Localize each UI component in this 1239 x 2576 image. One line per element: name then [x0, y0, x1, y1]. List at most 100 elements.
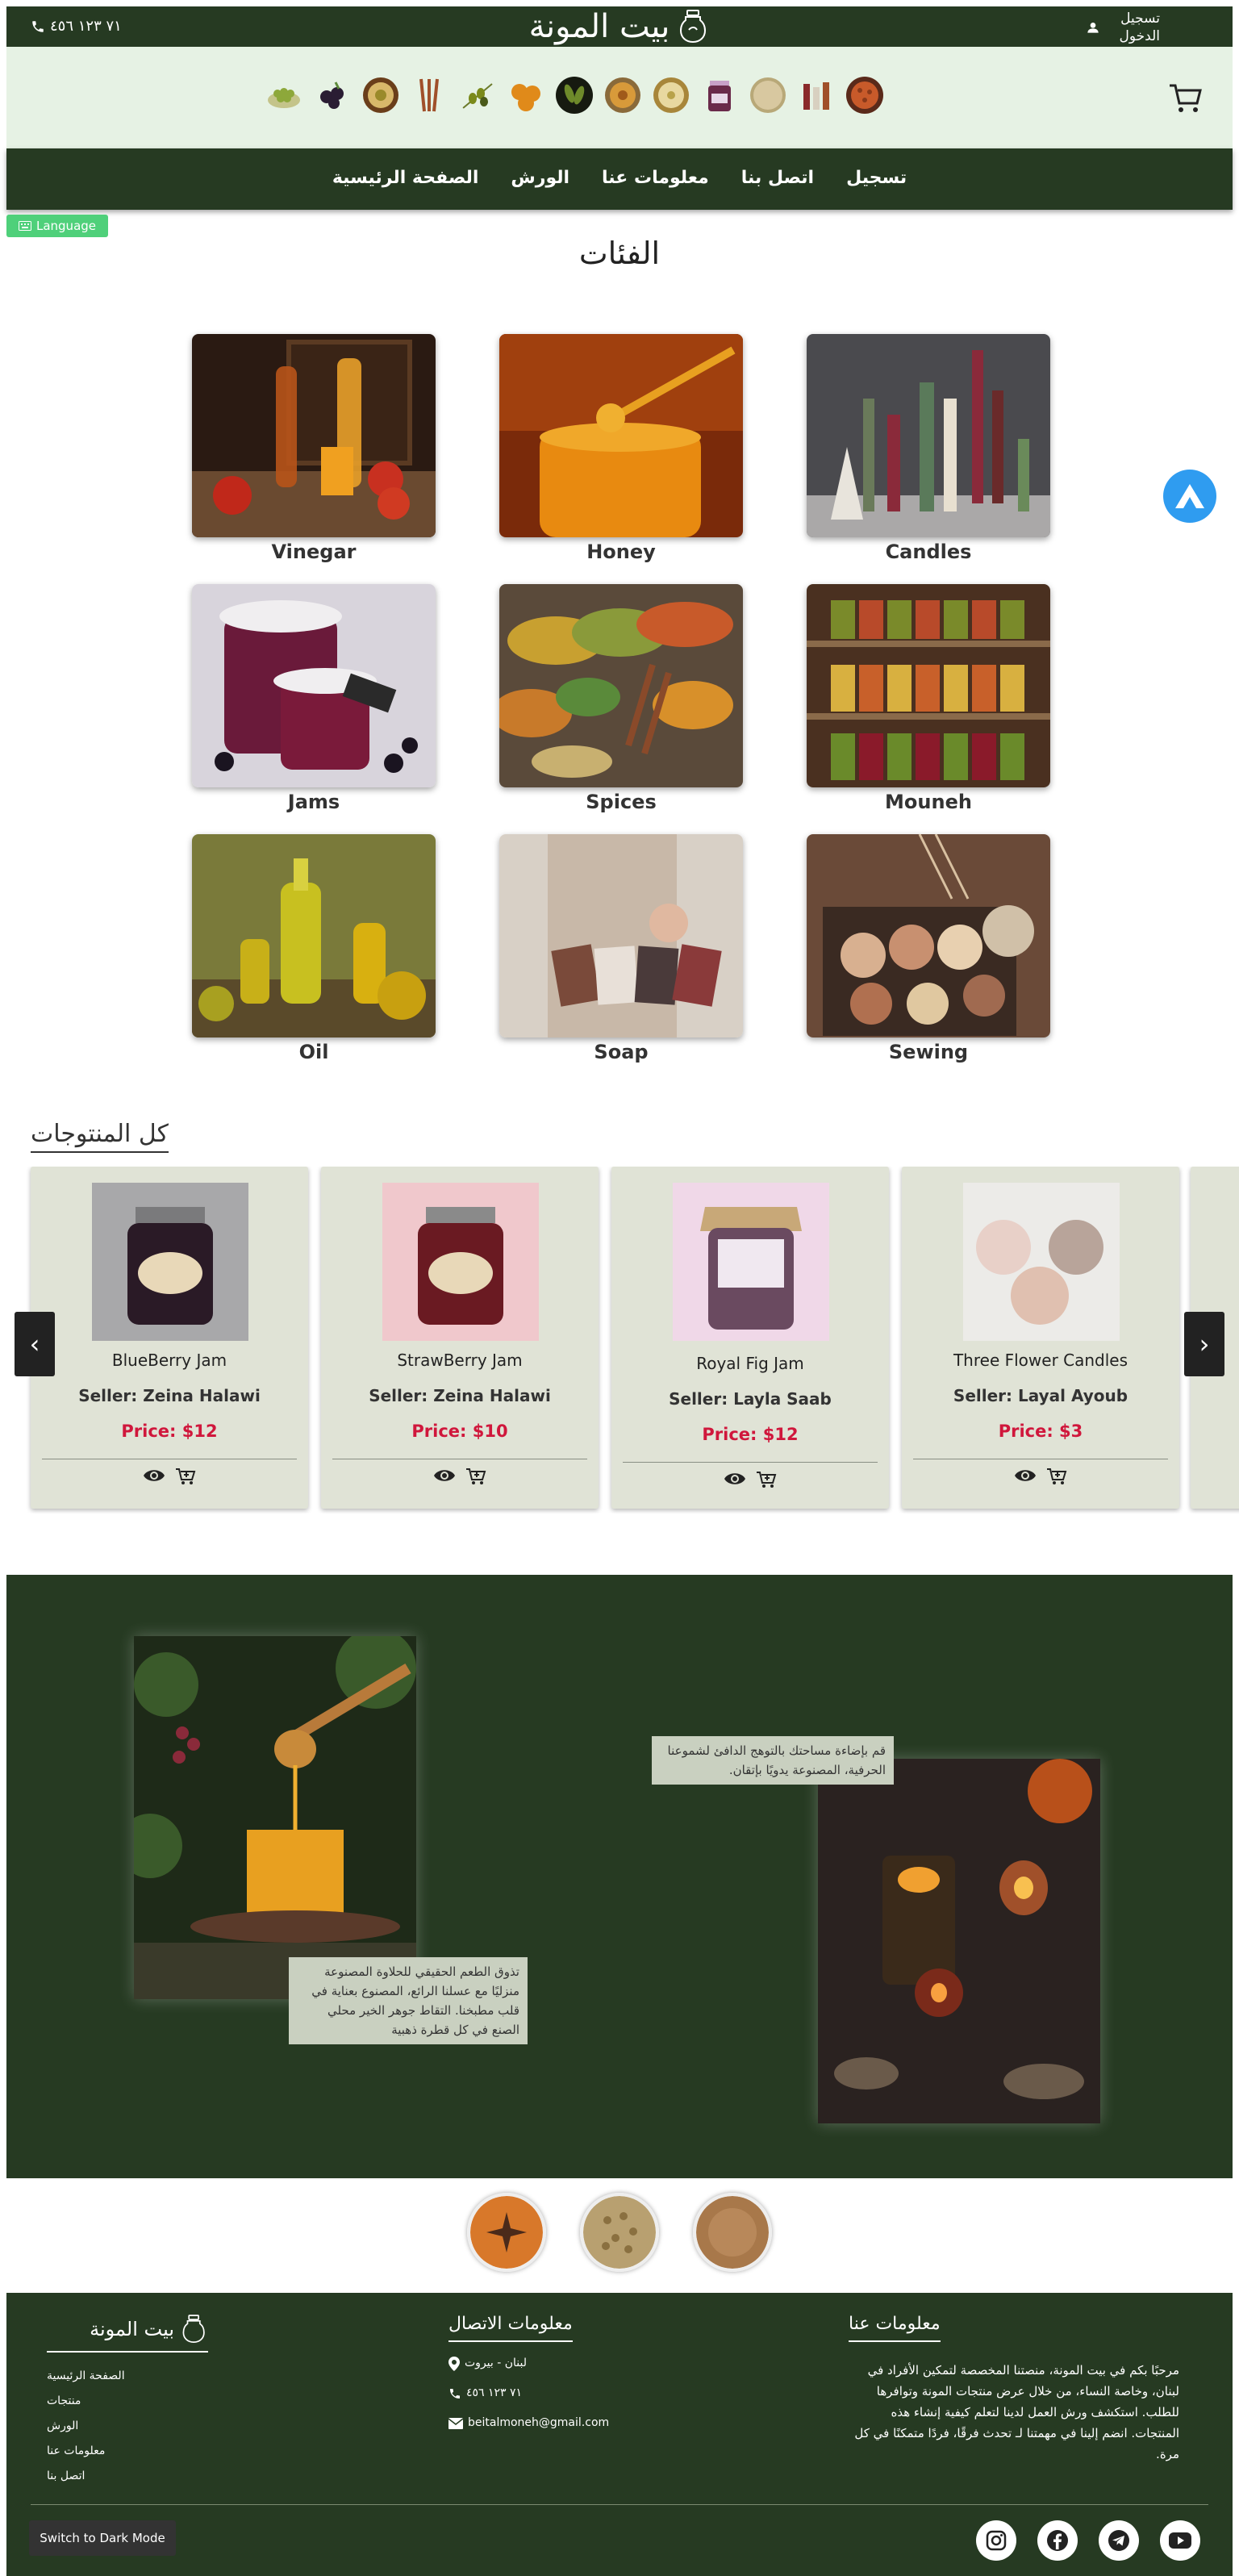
nav-item-home[interactable]: الصفحة الرئيسية: [332, 168, 479, 188]
add-to-cart-icon[interactable]: [175, 1467, 196, 1486]
categories-title: الفئات: [578, 236, 661, 271]
social-youtube[interactable]: [1160, 2520, 1200, 2561]
nav-item-about[interactable]: معلومات عنا: [602, 168, 709, 188]
product-card-strawberry-jam[interactable]: StrawBerry Jam Seller: Zeina Halawi Pric…: [321, 1167, 599, 1509]
category-label-honey: Honey: [586, 541, 656, 563]
nav-item-register[interactable]: تسجيل: [846, 168, 907, 188]
footer-brand-name: بيت المونة: [90, 2318, 174, 2340]
product-card-royal-fig-jam[interactable]: Royal Fig Jam Seller: Layla Saab Price: …: [611, 1167, 889, 1509]
product-price: Price: $12: [702, 1425, 799, 1444]
jam-jar-icon[interactable]: [700, 76, 739, 115]
mouneh-image: [807, 584, 1050, 787]
card-divider: [623, 1462, 878, 1463]
dried-apricots-icon[interactable]: [507, 76, 545, 115]
category-card-mouneh[interactable]: [807, 584, 1050, 787]
pickled-cucumbers-icon[interactable]: [555, 76, 594, 115]
promo-section: تذوق الطعم الحقيقي للحلاوة المصنوعة منزل…: [6, 1575, 1233, 2178]
olives-branch-icon[interactable]: [458, 76, 497, 115]
honeycomb-image: [134, 1636, 416, 1999]
floating-a-badge[interactable]: [1163, 470, 1216, 523]
nav-item-workshops[interactable]: الورش: [511, 168, 569, 188]
footer-link-workshops[interactable]: الورش: [47, 2414, 208, 2439]
category-label-spices: Spices: [586, 791, 657, 813]
main-nav: تسجيل اتصل بنا معلومات عنا الورش الصفحة …: [6, 148, 1233, 210]
brand-name: بيت المونة: [528, 8, 670, 45]
spice-bowl-icon[interactable]: [603, 76, 642, 115]
footer-address: لبنان - بيروت: [448, 2348, 609, 2378]
keyboard-icon: [18, 221, 31, 231]
category-label-sewing: Sewing: [888, 1041, 969, 1063]
footer-phone[interactable]: ٧١ ١٢٣ ٤٥٦: [448, 2378, 609, 2408]
category-label-soap: Soap: [594, 1041, 649, 1063]
candles-icon[interactable]: [797, 76, 836, 115]
category-card-soap[interactable]: [499, 834, 743, 1037]
add-to-cart-icon[interactable]: [756, 1470, 777, 1489]
honey-image: [499, 334, 743, 537]
grapes-green-icon[interactable]: [265, 76, 303, 115]
product-card-three-flower-candles[interactable]: Three Flower Candles Seller: Layal Ayoub…: [902, 1167, 1179, 1509]
add-to-cart-icon[interactable]: [1046, 1467, 1067, 1486]
category-card-vinegar[interactable]: [192, 334, 436, 537]
footer-email[interactable]: beitalmoneh@gmail.com: [448, 2408, 609, 2438]
blueberry-jam-image: [92, 1183, 248, 1341]
login-line-1: تسجيل: [1120, 10, 1160, 27]
site-logo[interactable]: بيت المونة: [6, 8, 1233, 45]
footer-brand[interactable]: بيت المونة: [47, 2314, 208, 2353]
dip-bowl-icon[interactable]: [652, 76, 690, 115]
nav-item-contact[interactable]: اتصل بنا: [741, 168, 814, 188]
product-price: Price: $10: [411, 1422, 508, 1441]
footer-link-home[interactable]: الصفحة الرئيسية: [47, 2364, 208, 2389]
royal-fig-jam-image: [673, 1183, 829, 1341]
spices-image: [499, 584, 743, 787]
product-actions: [31, 1467, 308, 1486]
carousel-prev-button[interactable]: ‹: [15, 1312, 55, 1376]
telegram-icon: [1108, 2530, 1129, 2551]
add-to-cart-icon[interactable]: [465, 1467, 486, 1486]
social-links: [976, 2520, 1200, 2561]
product-card-blueberry-jam[interactable]: BlueBerry Jam Seller: Zeina Halawi Price…: [31, 1167, 308, 1509]
eye-icon[interactable]: [433, 1467, 456, 1484]
dark-mode-button[interactable]: Switch to Dark Mode: [29, 2520, 176, 2556]
category-icons: [265, 76, 884, 115]
login-line-2: الدخول: [1119, 28, 1160, 44]
cinnamon-sticks-icon[interactable]: [410, 76, 448, 115]
category-card-sewing[interactable]: [807, 834, 1050, 1037]
social-facebook[interactable]: [1037, 2520, 1078, 2561]
product-seller: Seller: Zeina Halawi: [78, 1386, 261, 1405]
cheese-round-icon[interactable]: [749, 76, 787, 115]
category-label-mouneh: Mouneh: [885, 791, 972, 813]
social-telegram[interactable]: [1099, 2520, 1139, 2561]
footer-links-column: بيت المونة الصفحة الرئيسية منتجات الورش …: [47, 2314, 208, 2489]
cart-icon[interactable]: [1168, 82, 1204, 115]
hummus-bowl-icon[interactable]: [361, 76, 400, 115]
eye-icon[interactable]: [724, 1470, 746, 1488]
footer-link-contact[interactable]: اتصل بنا: [47, 2464, 208, 2489]
category-card-jams[interactable]: [192, 584, 436, 787]
login-link[interactable]: تسجيل الدخول: [1103, 10, 1160, 45]
products-title: كل المنتوجات: [31, 1120, 169, 1153]
footer-link-products[interactable]: منتجات: [47, 2389, 208, 2414]
language-button[interactable]: Language: [6, 215, 108, 237]
vinegar-image: [192, 334, 436, 537]
footer-about-text: مرحبًا بكم في بيت المونة، منصتنا المخصصة…: [854, 2363, 1179, 2461]
category-card-oil[interactable]: [192, 834, 436, 1037]
category-card-spices[interactable]: [499, 584, 743, 787]
candle-caption: قم بإضاءة مساحتك بالتوهج الدافئ لشموعنا …: [652, 1736, 894, 1785]
blackberries-icon[interactable]: [313, 76, 352, 115]
sewing-image: [807, 834, 1050, 1037]
category-card-honey[interactable]: [499, 334, 743, 537]
candle-lanterns-image: [818, 1759, 1100, 2123]
category-label-oil: Oil: [298, 1041, 329, 1063]
language-label: Language: [35, 219, 97, 233]
carousel-next-button[interactable]: ›: [1184, 1312, 1224, 1376]
footer-link-about[interactable]: معلومات عنا: [47, 2439, 208, 2464]
product-price: Price: $3: [998, 1422, 1083, 1441]
category-card-candles[interactable]: [807, 334, 1050, 537]
eye-icon[interactable]: [143, 1467, 165, 1484]
product-seller: Seller: Layal Ayoub: [953, 1386, 1128, 1405]
spice-mix-icon[interactable]: [845, 76, 884, 115]
footer: بيت المونة الصفحة الرئيسية منتجات الورش …: [6, 2293, 1233, 2576]
eye-icon[interactable]: [1014, 1467, 1037, 1484]
social-instagram[interactable]: [976, 2520, 1016, 2561]
candles-image: [807, 334, 1050, 537]
